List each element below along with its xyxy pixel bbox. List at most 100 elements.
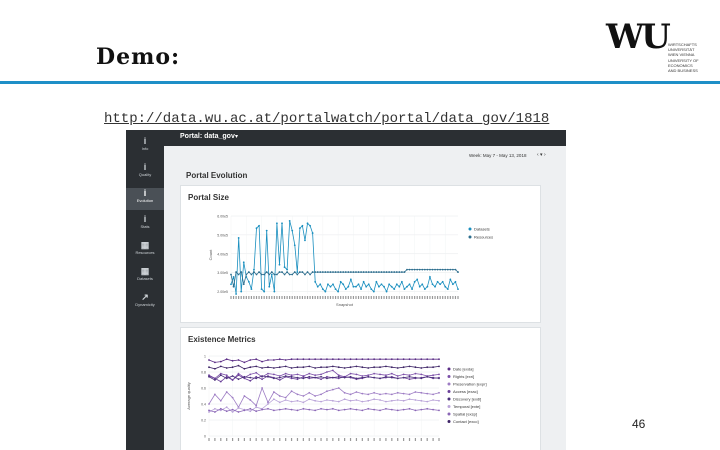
data-point (291, 273, 294, 276)
data-point (320, 407, 322, 410)
data-point (332, 283, 334, 286)
data-point (296, 271, 299, 273)
sidebar-item-label: Quality (138, 172, 152, 177)
sidebar-item-resources[interactable]: ▦ Resources (126, 240, 164, 262)
data-point (219, 407, 222, 410)
x-tick-label (245, 296, 247, 299)
data-point (249, 366, 252, 369)
x-tick-label (337, 296, 339, 299)
data-point (232, 276, 235, 278)
data-point (327, 271, 329, 273)
x-tick-label (424, 296, 426, 299)
sidebar-item-info[interactable]: i Info (126, 136, 164, 158)
x-axis-label: Snapshot (336, 302, 354, 307)
data-point (420, 367, 423, 369)
sidebar-item-stats[interactable]: i Stats (126, 214, 164, 236)
x-tick-label (327, 296, 329, 299)
data-point (355, 377, 358, 380)
data-point (379, 377, 381, 380)
data-point (355, 391, 358, 393)
data-point (225, 375, 228, 378)
data-point (357, 271, 360, 273)
data-point (416, 268, 419, 271)
data-point (255, 227, 258, 230)
data-point (441, 268, 444, 271)
data-point (208, 366, 210, 369)
data-point (342, 283, 345, 286)
week-nav-controls[interactable]: ‹ ▾ › (537, 152, 546, 158)
data-point (255, 404, 258, 407)
data-point (237, 411, 240, 413)
data-point (339, 271, 342, 273)
data-point (457, 288, 459, 291)
data-point (329, 285, 332, 288)
x-tick-label (299, 296, 301, 299)
data-point (213, 361, 216, 364)
data-point (349, 393, 352, 396)
x-tick-label (226, 438, 228, 441)
x-tick-label (279, 438, 281, 441)
data-point (390, 285, 393, 288)
data-point (429, 276, 431, 278)
x-tick-label (408, 296, 411, 299)
data-point (337, 366, 340, 369)
sidebar-item-quality[interactable]: i Quality (126, 162, 164, 184)
y-tick-label: 0 (204, 435, 206, 439)
x-tick-label (238, 296, 240, 299)
chevron-down-icon[interactable]: ▾ (235, 133, 238, 140)
y-tick-label: 5.00e5 (217, 233, 228, 237)
data-point (402, 358, 405, 361)
data-point (331, 407, 334, 410)
x-tick-label (373, 438, 375, 441)
data-point (331, 369, 334, 372)
data-point (225, 377, 228, 380)
y-tick-label: 4.00e5 (217, 252, 228, 256)
data-point (361, 358, 364, 361)
app-topbar: Portal: data_gov ▾ (164, 130, 566, 146)
data-point (429, 268, 431, 271)
x-tick-label (289, 296, 291, 299)
data-point (396, 377, 399, 380)
data-point (283, 273, 286, 276)
data-point (367, 283, 370, 286)
data-point (272, 373, 275, 376)
data-point (390, 358, 393, 361)
x-tick-label (273, 296, 275, 299)
data-point (272, 391, 275, 393)
x-tick-label (258, 296, 260, 299)
x-tick-label (342, 296, 344, 299)
data-point (261, 367, 263, 369)
data-point (365, 271, 368, 273)
data-point (402, 376, 405, 379)
data-point (329, 271, 332, 273)
data-point (320, 378, 322, 381)
data-point (243, 361, 246, 364)
data-point (267, 403, 269, 405)
data-point (396, 367, 399, 369)
x-tick-label (393, 296, 395, 299)
data-point (406, 285, 408, 288)
series-line (208, 386, 440, 409)
data-point (267, 407, 269, 410)
data-point (296, 378, 299, 381)
data-point (219, 409, 222, 412)
week-selector[interactable]: Week: May 7 - May 13, 2018 (469, 153, 526, 158)
data-point (390, 271, 393, 273)
data-point (293, 244, 296, 247)
data-point (379, 393, 381, 396)
legend-label: Preservation [expr] (453, 382, 487, 387)
sidebar-item-dynamicity[interactable]: ↗ Dynamicity (126, 292, 164, 314)
data-point (265, 271, 268, 273)
sidebar-item-evolution[interactable]: i Evolution (126, 188, 164, 210)
portal-url-link[interactable]: http://data.wu.ac.at/portalwatch/portal/… (104, 111, 549, 127)
data-point (438, 409, 440, 412)
x-tick-label (449, 296, 451, 299)
sidebar-item-datasets[interactable]: ▦ Datasets (126, 266, 164, 288)
y-tick-label: 1 (204, 355, 206, 359)
x-tick-label (324, 296, 326, 299)
data-point (439, 283, 442, 286)
data-point (250, 273, 253, 276)
info-icon: i (143, 214, 147, 224)
data-point (402, 399, 405, 402)
data-point (337, 271, 340, 273)
